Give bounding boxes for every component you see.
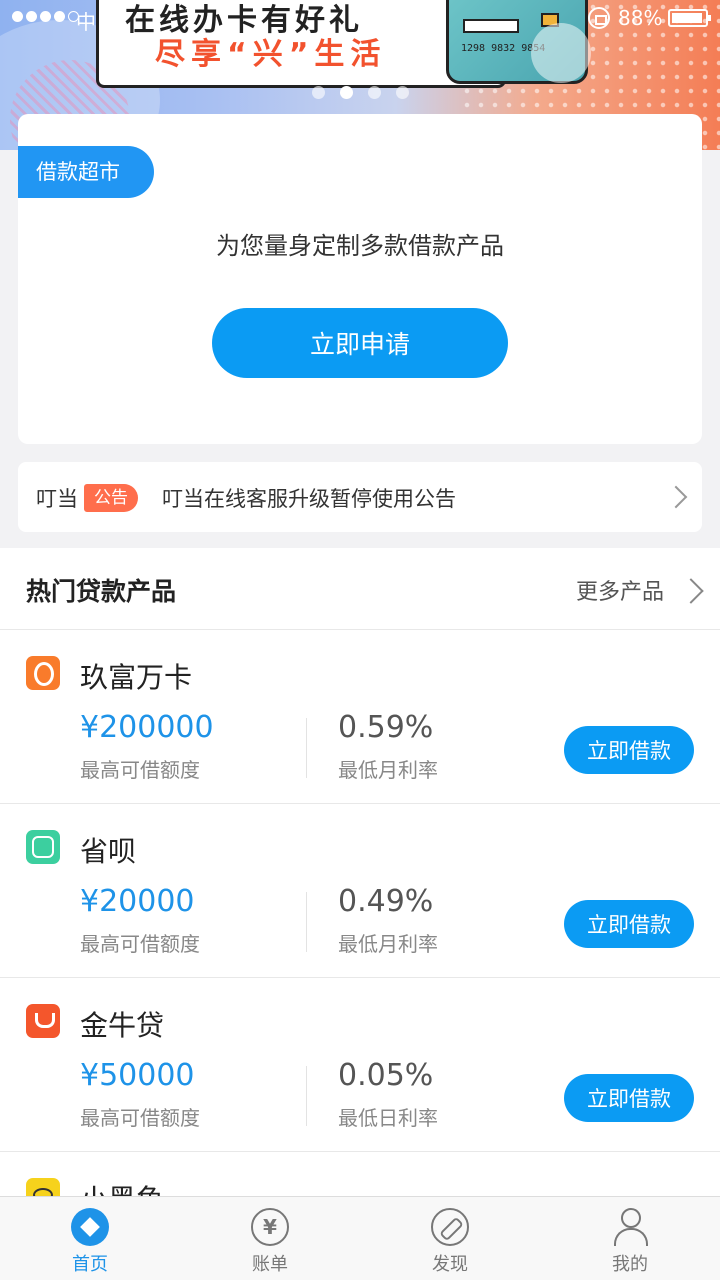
max-amount-label: 最高可借额度 xyxy=(80,932,200,956)
divider xyxy=(306,718,307,778)
section-title: 热门贷款产品 xyxy=(26,577,177,606)
tab-profile[interactable]: 我的 xyxy=(540,1197,720,1280)
tab-label[interactable]: 首页 xyxy=(0,1250,180,1276)
bill-icon[interactable] xyxy=(251,1208,289,1246)
min-rate: 0.49% xyxy=(338,884,434,919)
hot-loan-products: 热门贷款产品 更多产品 玖富万卡 ¥200000 最高可借额度 0.59% 最低… xyxy=(0,548,720,1198)
chevron-right-icon[interactable] xyxy=(664,485,688,509)
battery-percentage: 88% xyxy=(618,6,663,30)
carousel-dot[interactable] xyxy=(312,86,325,99)
xiaoheiyu-logo-icon xyxy=(26,1178,60,1198)
home-icon[interactable] xyxy=(71,1208,109,1246)
min-rate-label: 最低月利率 xyxy=(338,758,438,782)
borrow-now-button[interactable]: 立即借款 xyxy=(564,726,694,774)
loan-market-description: 为您量身定制多款借款产品 xyxy=(216,232,504,260)
announcement-text[interactable]: 叮当在线客服升级暂停使用公告 xyxy=(162,483,456,513)
more-products-link[interactable]: 更多产品 xyxy=(576,574,664,606)
product-item-shengbei[interactable]: 省呗 ¥20000 最高可借额度 0.49% 最低月利率 立即借款 xyxy=(0,804,720,978)
tab-bill[interactable]: 账单 xyxy=(180,1197,360,1280)
loan-market-tag: 借款超市 xyxy=(18,146,154,198)
jinniu-logo-icon xyxy=(26,1004,60,1038)
announcement-brand: 叮当 xyxy=(36,487,78,511)
min-rate-label: 最低月利率 xyxy=(338,932,438,956)
carousel-indicator[interactable] xyxy=(312,86,409,99)
shengbei-logo-icon xyxy=(26,830,60,864)
chevron-right-icon[interactable] xyxy=(678,578,704,604)
max-amount-label: 最高可借额度 xyxy=(80,758,200,782)
battery-icon xyxy=(668,9,711,27)
borrow-now-button[interactable]: 立即借款 xyxy=(564,1074,694,1122)
divider xyxy=(306,1066,307,1126)
product-name: 省呗 xyxy=(80,835,137,868)
carousel-dot[interactable] xyxy=(368,86,381,99)
tab-discover[interactable]: 发现 xyxy=(360,1197,540,1280)
tab-label[interactable]: 账单 xyxy=(180,1250,360,1276)
borrow-now-button[interactable]: 立即借款 xyxy=(564,900,694,948)
max-amount: ¥200000 xyxy=(80,710,214,745)
tab-home[interactable]: 首页 xyxy=(0,1197,180,1280)
product-item-xiaoheiyu[interactable]: 小黑鱼 xyxy=(0,1152,720,1198)
profile-icon[interactable] xyxy=(611,1208,649,1246)
min-rate-label: 最低日利率 xyxy=(338,1106,438,1130)
announcement-badge: 公告 xyxy=(84,484,138,512)
carousel-dot-active[interactable] xyxy=(340,86,353,99)
jiufu-logo-icon xyxy=(26,656,60,690)
product-item-jiufu[interactable]: 玖富万卡 ¥200000 最高可借额度 0.59% 最低月利率 立即借款 xyxy=(0,630,720,804)
bottom-tab-bar: 首页 账单 发现 我的 xyxy=(0,1196,720,1280)
product-name: 玖富万卡 xyxy=(80,661,193,694)
divider xyxy=(306,892,307,952)
carousel-dot[interactable] xyxy=(396,86,409,99)
signal-strength-icon xyxy=(12,11,79,22)
min-rate: 0.05% xyxy=(338,1058,434,1093)
apply-now-button[interactable]: 立即申请 xyxy=(212,308,508,378)
tab-label[interactable]: 我的 xyxy=(540,1250,720,1276)
rotation-lock-icon xyxy=(588,7,610,29)
min-rate: 0.59% xyxy=(338,710,434,745)
max-amount: ¥50000 xyxy=(80,1058,195,1093)
product-name: 金牛贷 xyxy=(80,1009,165,1042)
carrier-name: 中 xyxy=(76,10,96,34)
loan-market-card: 借款超市 为您量身定制多款借款产品 立即申请 xyxy=(18,114,702,444)
status-bar: 中 88% xyxy=(0,0,720,36)
max-amount: ¥20000 xyxy=(80,884,195,919)
products-header: 热门贷款产品 更多产品 xyxy=(0,548,720,630)
max-amount-label: 最高可借额度 xyxy=(80,1106,200,1130)
product-name: 小黑鱼 xyxy=(80,1178,164,1198)
discover-icon[interactable] xyxy=(431,1208,469,1246)
announcement-bar[interactable]: 叮当 公告 叮当在线客服升级暂停使用公告 xyxy=(18,462,702,532)
tab-label[interactable]: 发现 xyxy=(360,1250,540,1276)
product-item-jinniu[interactable]: 金牛贷 ¥50000 最高可借额度 0.05% 最低日利率 立即借款 xyxy=(0,978,720,1152)
